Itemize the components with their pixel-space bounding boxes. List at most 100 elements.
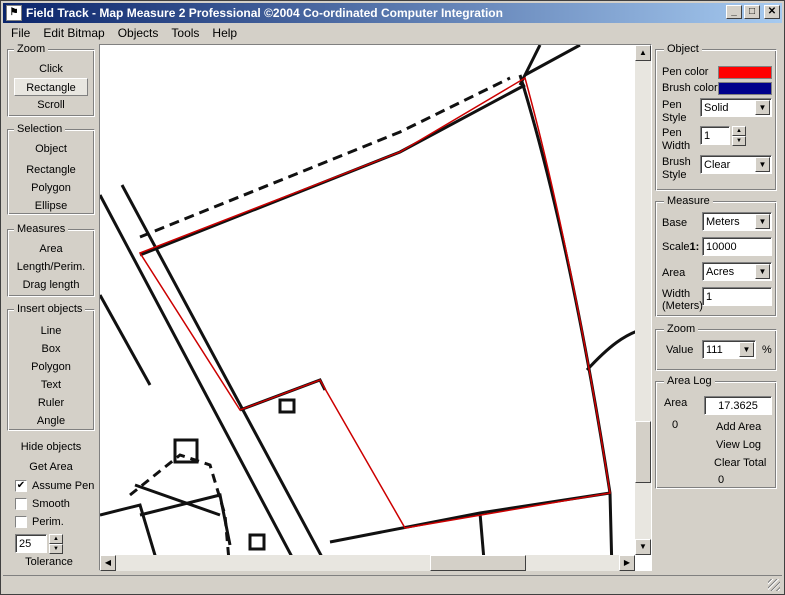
vertical-scrollbar[interactable]: ▲ ▼ — [635, 45, 651, 555]
pen-color-swatch[interactable] — [718, 66, 772, 79]
area-log-count: 0 — [672, 419, 679, 431]
zoom-percent-unit: % — [762, 344, 772, 356]
zoom-click[interactable]: Click — [8, 60, 94, 78]
scale-label: Scale1: — [662, 242, 699, 253]
chevron-down-icon[interactable]: ▼ — [755, 157, 770, 172]
area-log-total: 0 — [718, 474, 725, 486]
menu-bar: File Edit Bitmap Objects Tools Help — [3, 24, 242, 42]
insert-ruler[interactable]: Ruler — [8, 394, 94, 412]
assume-pen-checkbox[interactable]: ✔ Assume Pen — [7, 477, 95, 495]
brush-style-label: Brush Style — [662, 156, 691, 181]
base-value: Meters — [706, 216, 740, 228]
smooth-checkbox[interactable]: Smooth — [7, 495, 95, 513]
title-bar[interactable]: ⚑ Field Track - Map Measure 2 Profession… — [3, 3, 782, 23]
horizontal-scrollbar[interactable]: ◀ ▶ — [100, 555, 635, 571]
insert-text[interactable]: Text — [8, 376, 94, 394]
width-input[interactable]: 1 — [702, 287, 772, 306]
perim-checkbox[interactable]: Perim. — [7, 513, 95, 531]
area-unit-select[interactable]: Acres ▼ — [702, 262, 772, 281]
base-select[interactable]: Meters ▼ — [702, 212, 772, 231]
spin-up-icon[interactable]: ▲ — [732, 126, 746, 136]
add-area-button[interactable]: Add Area — [716, 422, 761, 433]
zoom-rectangle[interactable]: Rectangle — [14, 78, 88, 96]
pen-width-spinner[interactable]: ▲ ▼ — [732, 126, 746, 146]
horizontal-scroll-thumb[interactable] — [430, 555, 526, 571]
scroll-left-icon[interactable]: ◀ — [100, 555, 116, 571]
tolerance-label: Tolerance — [25, 556, 73, 568]
pen-style-label: Pen Style — [662, 99, 687, 124]
brush-color-swatch[interactable] — [718, 82, 772, 95]
brush-style-select[interactable]: Clear ▼ — [700, 155, 772, 174]
clear-total-button[interactable]: Clear Total — [714, 458, 766, 469]
spin-down-icon[interactable]: ▼ — [49, 544, 63, 554]
east-track — [585, 328, 641, 372]
chevron-down-icon[interactable]: ▼ — [739, 342, 754, 357]
view-log-button[interactable]: View Log — [716, 440, 761, 451]
spin-down-icon[interactable]: ▼ — [732, 136, 746, 146]
selection-ellipse[interactable]: Ellipse — [8, 197, 94, 215]
area-log-value[interactable]: 17.3625 — [704, 396, 772, 415]
chevron-down-icon[interactable]: ▼ — [755, 214, 770, 229]
selection-polygon[interactable]: Polygon — [8, 179, 94, 197]
menu-tools[interactable]: Tools — [163, 24, 204, 42]
menu-edit-bitmap[interactable]: Edit Bitmap — [35, 24, 109, 42]
building-small-south — [248, 533, 266, 551]
measure-area[interactable]: Area — [8, 240, 94, 258]
insert-line[interactable]: Line — [8, 322, 94, 340]
area-log-area-label: Area — [664, 397, 688, 409]
tolerance-spinner[interactable]: ▲ ▼ — [49, 534, 63, 554]
smooth-check-box[interactable] — [15, 498, 27, 510]
menu-objects[interactable]: Objects — [110, 24, 164, 42]
chevron-down-icon[interactable]: ▼ — [755, 100, 770, 115]
perim-label: Perim. — [32, 516, 64, 528]
hide-objects-button[interactable]: Hide objects — [7, 437, 95, 457]
smooth-label: Smooth — [32, 498, 70, 510]
assume-pen-check-icon[interactable]: ✔ — [15, 480, 27, 492]
insert-angle[interactable]: Angle — [8, 412, 94, 430]
width-label: Width (Meters) — [662, 288, 703, 312]
resize-grip-icon[interactable] — [768, 579, 780, 591]
zoom-value-label: Value — [666, 344, 694, 356]
zoom-scroll[interactable]: Scroll — [8, 96, 94, 114]
tolerance-input[interactable]: 25 — [15, 534, 47, 553]
scroll-right-icon[interactable]: ▶ — [619, 555, 635, 571]
scale-input[interactable]: 10000 — [702, 237, 772, 256]
measure-length-perim[interactable]: Length/Perim. — [8, 258, 94, 276]
menu-help[interactable]: Help — [204, 24, 242, 42]
zoom-group: Zoom Click Rectangle Scroll — [7, 43, 95, 117]
area-unit-value: Acres — [706, 266, 735, 278]
close-icon[interactable]: ✕ — [764, 5, 780, 19]
window-title: Field Track - Map Measure 2 Professional… — [26, 6, 503, 20]
zoom-value-group: Zoom Value 111 ▼ % — [655, 323, 777, 371]
insert-polygon[interactable]: Polygon — [8, 358, 94, 376]
maximize-icon[interactable]: □ — [744, 5, 760, 19]
insert-box[interactable]: Box — [8, 340, 94, 358]
map-icon[interactable]: ⚑ — [6, 5, 22, 21]
zoom-value: 111 — [706, 344, 723, 356]
field-north-edge — [139, 83, 526, 257]
dashed-boundary — [139, 76, 511, 239]
object-group: Object Pen color Brush color Pen Style S… — [655, 43, 777, 191]
perim-check-box[interactable] — [15, 516, 27, 528]
measure-group: Measure Base Meters ▼ Scale1: 10000 Area… — [655, 195, 777, 317]
minimize-icon[interactable]: _ — [726, 5, 742, 19]
chevron-down-icon[interactable]: ▼ — [755, 264, 770, 279]
scale-label-text: Scale — [662, 241, 690, 253]
get-area-button[interactable]: Get Area — [7, 457, 95, 477]
map-canvas[interactable] — [99, 44, 652, 571]
vertical-scroll-thumb[interactable] — [635, 421, 651, 483]
selection-rectangle[interactable]: Rectangle — [8, 161, 94, 179]
pen-width-input[interactable]: 1 — [700, 126, 730, 145]
scroll-down-icon[interactable]: ▼ — [635, 539, 651, 555]
zoom-value-select[interactable]: 111 ▼ — [702, 340, 756, 359]
scroll-up-icon[interactable]: ▲ — [635, 45, 651, 61]
measure-drag-length[interactable]: Drag length — [8, 276, 94, 294]
pen-width-label: Pen Width — [662, 127, 691, 152]
map-drawing[interactable] — [100, 45, 652, 571]
selection-group: Selection Object Rectangle Polygon Ellip… — [7, 123, 95, 215]
spin-up-icon[interactable]: ▲ — [49, 534, 63, 544]
pen-style-select[interactable]: Solid ▼ — [700, 98, 772, 117]
selection-object[interactable]: Object — [8, 140, 94, 158]
menu-file[interactable]: File — [3, 24, 35, 42]
pen-color-label: Pen color — [662, 66, 709, 78]
